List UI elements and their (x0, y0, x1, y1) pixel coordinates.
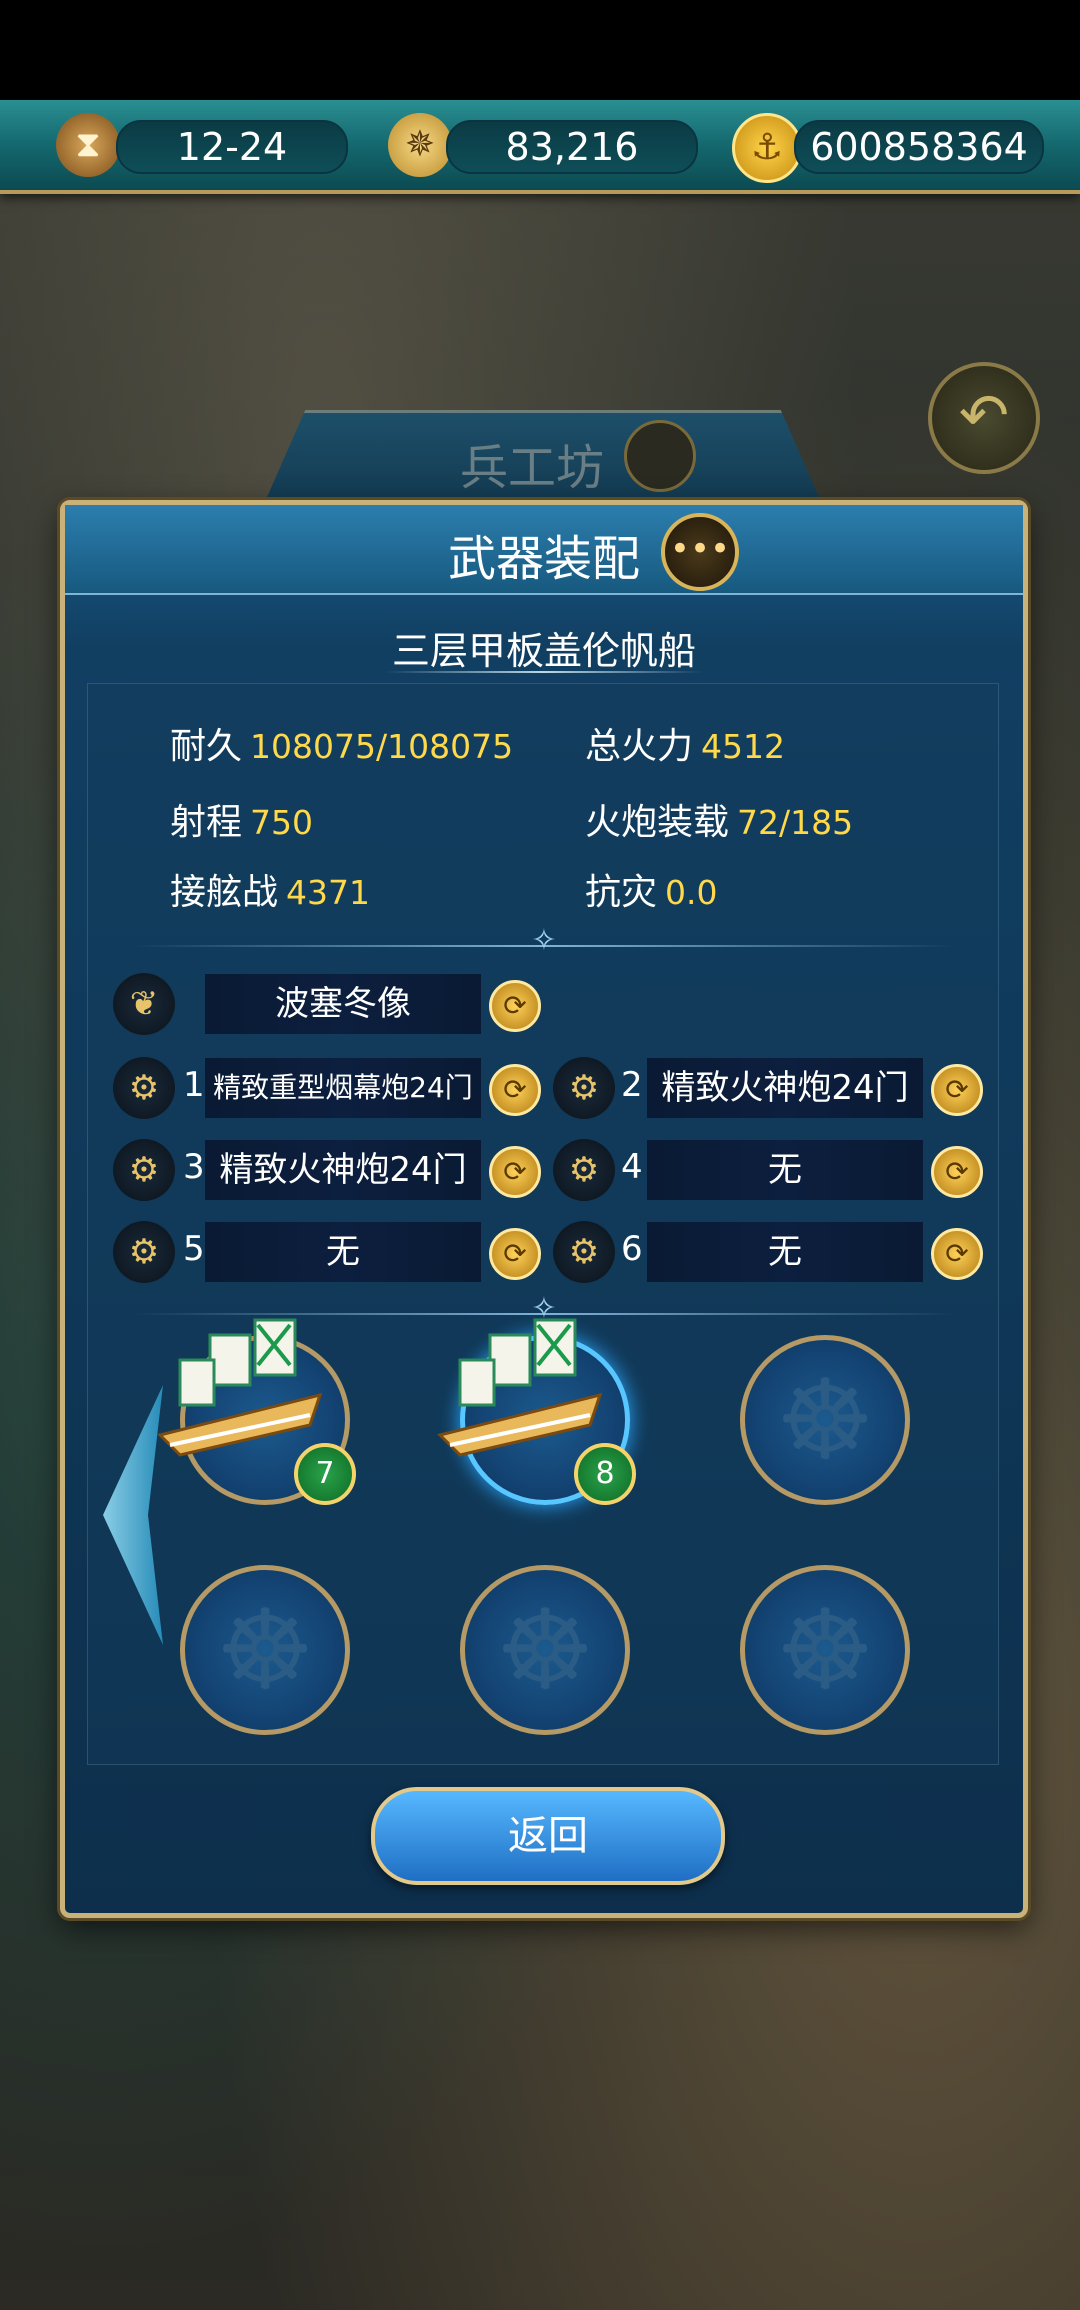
disaster-resist-label: 抗灾 (585, 872, 658, 913)
figurehead-swap-icon[interactable]: ⟳ (489, 980, 541, 1032)
firepower-value: 4512 (701, 727, 785, 766)
cannon-slot-6-swap-icon[interactable]: ⟳ (931, 1228, 983, 1280)
cannon-slot-1-swap-icon[interactable]: ⟳ (489, 1064, 541, 1116)
fleet-slot-3[interactable]: ☸ (740, 1335, 910, 1505)
compass-icon: ✵ (388, 113, 452, 177)
background-tab-title: 兵工坊 (460, 440, 605, 496)
return-button[interactable]: 返回 (371, 1787, 725, 1885)
ship-name-underline (385, 671, 703, 673)
ship-wheel-icon: ☸ (215, 1586, 315, 1714)
cannon-slot-3[interactable]: 精致火神炮24门 (205, 1140, 481, 1200)
panel-title: 武器装配 (65, 519, 1023, 589)
stat-boarding: 接舷战 4371 (170, 863, 370, 915)
cannon-slot-4[interactable]: 无 (647, 1140, 923, 1200)
ship-name: 三层甲板盖伦帆船 (391, 629, 696, 673)
cannon-slot-2-swap-icon[interactable]: ⟳ (931, 1064, 983, 1116)
stat-range: 射程 750 (170, 793, 313, 845)
wing-icon: ❦ (113, 973, 175, 1035)
level-badge: 7 (294, 1443, 356, 1505)
cannon-icon: ⚙ (113, 1057, 175, 1119)
stat-disaster-resist: 抗灾 0.0 (585, 863, 718, 915)
disaster-resist-value: 0.0 (665, 873, 718, 912)
fleet-slot-6[interactable]: ☸ (740, 1565, 910, 1735)
resource-bar: ⧗ 12-24 ✵ 83,216 ⚓ 600858364 (0, 100, 1080, 194)
cannon-slot-number: 4 (621, 1147, 643, 1187)
weapon-panel: 武器装配 ••• 三层甲板盖伦帆船 耐久 108075/108075 总火力 451… (60, 500, 1028, 1918)
cannon-slot-2[interactable]: 精致火神炮24门 (647, 1058, 923, 1118)
cannon-load-value: 72/185 (737, 803, 854, 842)
divider-ornament-top: ✧ (531, 923, 557, 958)
panel-header: 武器装配 ••• (65, 505, 1023, 595)
cannon-slot-5[interactable]: 无 (205, 1222, 481, 1282)
status-bar (0, 0, 1080, 100)
ship-wheel-icon: ☸ (495, 1586, 595, 1714)
range-label: 射程 (170, 802, 243, 843)
stat-durability: 耐久 108075/108075 (170, 717, 513, 769)
cannon-slot-number: 3 (183, 1147, 205, 1187)
ship-wheel-icon: ☸ (775, 1586, 875, 1714)
cannon-slot-3-swap-icon[interactable]: ⟳ (489, 1146, 541, 1198)
cannon-slot-4-swap-icon[interactable]: ⟳ (931, 1146, 983, 1198)
gold-value: 600858364 (794, 120, 1044, 174)
ship-wheel-icon: ☸ (775, 1356, 875, 1484)
compass-value: 83,216 (446, 120, 698, 174)
cannon-slot-number: 5 (183, 1229, 205, 1269)
chat-bubble-icon[interactable]: ••• (661, 513, 739, 591)
anchor-coin-icon: ⚓ (732, 113, 802, 183)
stat-firepower: 总火力 4512 (585, 717, 785, 769)
panel-title-text: 武器装配 (447, 531, 640, 587)
cannon-icon: ⚙ (113, 1221, 175, 1283)
fleet-slot-5[interactable]: ☸ (460, 1565, 630, 1735)
back-arrow-icon[interactable]: ↶ (928, 362, 1040, 474)
cannon-slot-1[interactable]: 精致重型烟幕炮24门 (205, 1058, 481, 1118)
cannon-slot-5-swap-icon[interactable]: ⟳ (489, 1228, 541, 1280)
figurehead-slot[interactable]: 波塞冬像 (205, 974, 481, 1034)
level-badge: 8 (574, 1443, 636, 1505)
cannon-slot-6[interactable]: 无 (647, 1222, 923, 1282)
hourglass-icon: ⧗ (56, 113, 120, 177)
stat-cannon-load: 火炮装载 72/185 (585, 793, 853, 845)
cannon-slot-number: 6 (621, 1229, 643, 1269)
cannon-slot-number: 1 (183, 1065, 205, 1105)
background-chat-icon (624, 420, 696, 492)
range-value: 750 (250, 803, 314, 842)
cannon-slot-number: 2 (621, 1065, 643, 1105)
cannon-icon: ⚙ (553, 1221, 615, 1283)
durability-label: 耐久 (170, 726, 243, 767)
boarding-label: 接舷战 (170, 872, 279, 913)
fleet-slot-4[interactable]: ☸ (180, 1565, 350, 1735)
cannon-load-label: 火炮装载 (585, 802, 730, 843)
cannon-icon: ⚙ (113, 1139, 175, 1201)
firepower-label: 总火力 (585, 726, 694, 767)
boarding-value: 4371 (286, 873, 370, 912)
durability-value: 108075/108075 (250, 727, 514, 766)
date-display: 12-24 (116, 120, 348, 174)
cannon-icon: ⚙ (553, 1139, 615, 1201)
cannon-icon: ⚙ (553, 1057, 615, 1119)
